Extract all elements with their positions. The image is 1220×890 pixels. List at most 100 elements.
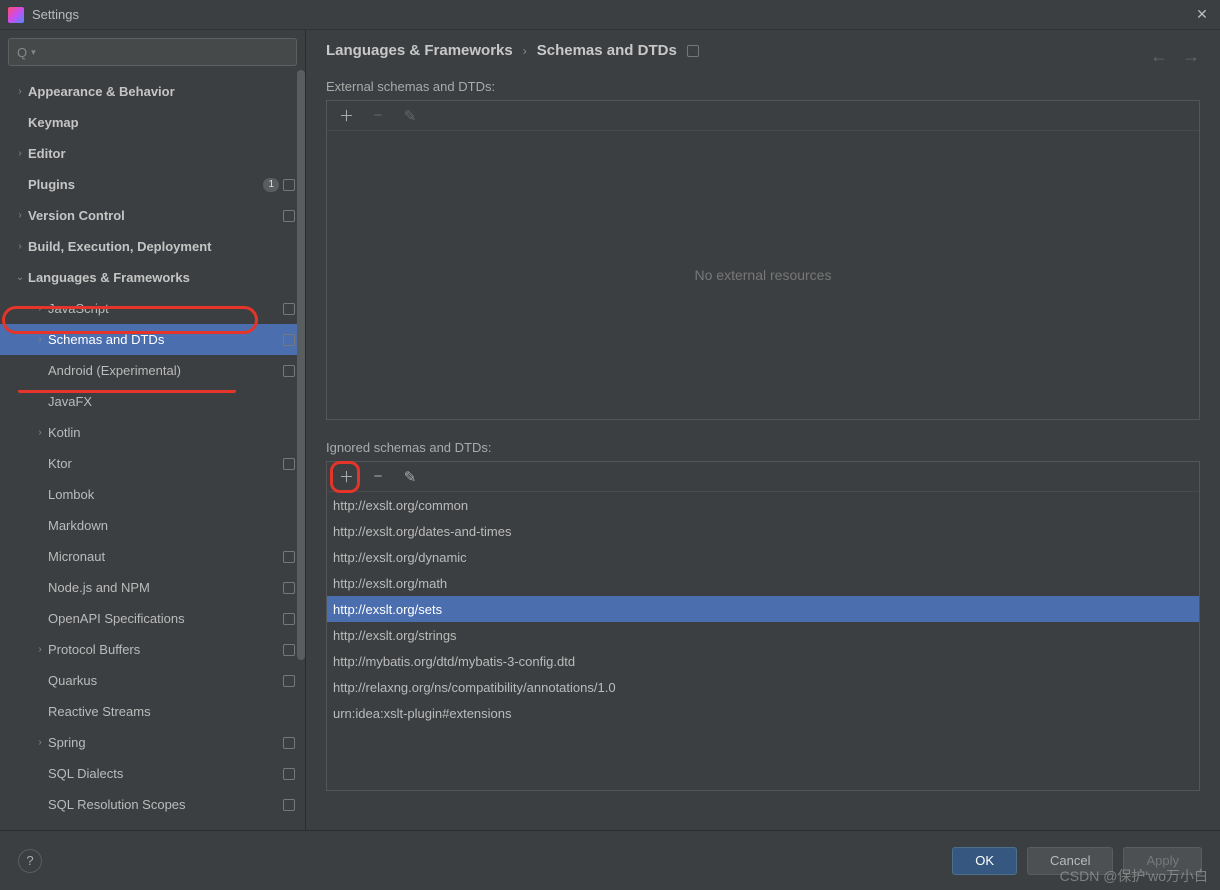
search-input[interactable]: Q ▾	[8, 38, 297, 66]
dialog-footer: ? OK Cancel Apply	[0, 830, 1220, 890]
tree-item-label: Ktor	[48, 456, 283, 471]
settings-sidebar: Q ▾ ›Appearance & BehaviorKeymap›EditorP…	[0, 30, 306, 830]
tree-item-editor[interactable]: ›Editor	[0, 138, 305, 169]
external-toolbar: ＋ − ✎	[327, 101, 1199, 131]
project-scope-icon	[283, 365, 295, 377]
ignored-toolbar: ＋ − ✎	[327, 462, 1199, 492]
project-scope-icon	[283, 799, 295, 811]
tree-item-sql-dialects[interactable]: SQL Dialects	[0, 758, 305, 789]
tree-item-version-control[interactable]: ›Version Control	[0, 200, 305, 231]
remove-button[interactable]: −	[371, 107, 385, 124]
tree-item-markdown[interactable]: Markdown	[0, 510, 305, 541]
badges	[283, 582, 295, 594]
ignored-label: Ignored schemas and DTDs:	[326, 440, 1200, 455]
project-scope-icon	[283, 303, 295, 315]
badges	[283, 303, 295, 315]
tree-item-schemas-and-dtds[interactable]: ›Schemas and DTDs	[0, 324, 305, 355]
tree-item-quarkus[interactable]: Quarkus	[0, 665, 305, 696]
chevron-right-icon: ›	[32, 737, 48, 748]
edit-button[interactable]: ✎	[403, 468, 417, 486]
tree-item-build-execution-deployment[interactable]: ›Build, Execution, Deployment	[0, 231, 305, 262]
tree-item-label: Markdown	[48, 518, 295, 533]
project-scope-icon	[687, 45, 699, 57]
tree-item-label: Kotlin	[48, 425, 295, 440]
list-item[interactable]: http://exslt.org/math	[327, 570, 1199, 596]
tree-item-label: SQL Dialects	[48, 766, 283, 781]
badges: 1	[263, 178, 295, 192]
list-item[interactable]: http://exslt.org/dynamic	[327, 544, 1199, 570]
tree-item-kotlin[interactable]: ›Kotlin	[0, 417, 305, 448]
list-item[interactable]: http://exslt.org/sets	[327, 596, 1199, 622]
help-button[interactable]: ?	[18, 849, 42, 873]
tree-item-appearance-behavior[interactable]: ›Appearance & Behavior	[0, 76, 305, 107]
project-scope-icon	[283, 551, 295, 563]
chevron-down-icon: ⌄	[12, 272, 28, 283]
back-icon[interactable]: ←	[1150, 46, 1168, 67]
tree-item-label: Keymap	[28, 115, 295, 130]
cancel-button[interactable]: Cancel	[1027, 847, 1113, 875]
tree-item-label: Editor	[28, 146, 295, 161]
window-title: Settings	[32, 7, 1192, 22]
tree-item-openapi-specifications[interactable]: OpenAPI Specifications	[0, 603, 305, 634]
tree-item-javascript[interactable]: ›JavaScript	[0, 293, 305, 324]
tree-item-label: Micronaut	[48, 549, 283, 564]
tree-item-protocol-buffers[interactable]: ›Protocol Buffers	[0, 634, 305, 665]
badges	[283, 613, 295, 625]
chevron-right-icon: ›	[12, 148, 28, 159]
tree-item-label: Version Control	[28, 208, 283, 223]
tree-item-label: Languages & Frameworks	[28, 270, 295, 285]
chevron-right-icon: ›	[12, 210, 28, 221]
chevron-right-icon: ›	[32, 334, 48, 345]
project-scope-icon	[283, 644, 295, 656]
list-item[interactable]: urn:idea:xslt-plugin#extensions	[327, 700, 1199, 726]
project-scope-icon	[283, 334, 295, 346]
forward-icon[interactable]: →	[1182, 46, 1200, 67]
tree-item-ktor[interactable]: Ktor	[0, 448, 305, 479]
badges	[283, 644, 295, 656]
tree-item-plugins[interactable]: Plugins1	[0, 169, 305, 200]
tree-item-android-experimental-[interactable]: Android (Experimental)	[0, 355, 305, 386]
tree-item-keymap[interactable]: Keymap	[0, 107, 305, 138]
tree-item-sql-resolution-scopes[interactable]: SQL Resolution Scopes	[0, 789, 305, 820]
list-item[interactable]: http://exslt.org/strings	[327, 622, 1199, 648]
list-item[interactable]: http://mybatis.org/dtd/mybatis-3-config.…	[327, 648, 1199, 674]
tree-item-lombok[interactable]: Lombok	[0, 479, 305, 510]
ok-button[interactable]: OK	[952, 847, 1017, 875]
external-schemas-box: ＋ − ✎ No external resources	[326, 100, 1200, 420]
tree-item-languages-frameworks[interactable]: ⌄Languages & Frameworks	[0, 262, 305, 293]
breadcrumb-current: Schemas and DTDs	[537, 42, 677, 59]
edit-button[interactable]: ✎	[403, 107, 417, 125]
breadcrumb-parent[interactable]: Languages & Frameworks	[326, 42, 513, 59]
chevron-right-icon: ›	[12, 86, 28, 97]
tree-item-javafx[interactable]: JavaFX	[0, 386, 305, 417]
list-item[interactable]: http://relaxng.org/ns/compatibility/anno…	[327, 674, 1199, 700]
external-empty-text: No external resources	[327, 131, 1199, 419]
chevron-right-icon: ›	[32, 303, 48, 314]
settings-tree[interactable]: ›Appearance & BehaviorKeymap›EditorPlugi…	[0, 72, 305, 830]
close-icon[interactable]: ✕	[1192, 6, 1212, 23]
scrollbar-thumb[interactable]	[297, 70, 305, 660]
tree-item-spring[interactable]: ›Spring	[0, 727, 305, 758]
add-button[interactable]: ＋	[339, 105, 353, 126]
project-scope-icon	[283, 768, 295, 780]
tree-item-label: Schemas and DTDs	[48, 332, 283, 347]
badges	[283, 675, 295, 687]
add-button[interactable]: ＋	[339, 466, 353, 487]
tree-item-micronaut[interactable]: Micronaut	[0, 541, 305, 572]
tree-item-node-js-and-npm[interactable]: Node.js and NPM	[0, 572, 305, 603]
badges	[283, 737, 295, 749]
nav-arrows: ← →	[1150, 46, 1200, 67]
tree-item-reactive-streams[interactable]: Reactive Streams	[0, 696, 305, 727]
chevron-down-icon: ▾	[31, 47, 36, 58]
search-icon: Q	[17, 45, 27, 60]
tree-item-label: Android (Experimental)	[48, 363, 283, 378]
tree-item-label: SQL Resolution Scopes	[48, 797, 283, 812]
badges	[283, 768, 295, 780]
remove-button[interactable]: −	[371, 468, 385, 485]
apply-button[interactable]: Apply	[1123, 847, 1202, 875]
ignored-list[interactable]: http://exslt.org/commonhttp://exslt.org/…	[327, 492, 1199, 790]
tree-item-label: Build, Execution, Deployment	[28, 239, 295, 254]
list-item[interactable]: http://exslt.org/common	[327, 492, 1199, 518]
tree-item-label: Reactive Streams	[48, 704, 295, 719]
list-item[interactable]: http://exslt.org/dates-and-times	[327, 518, 1199, 544]
